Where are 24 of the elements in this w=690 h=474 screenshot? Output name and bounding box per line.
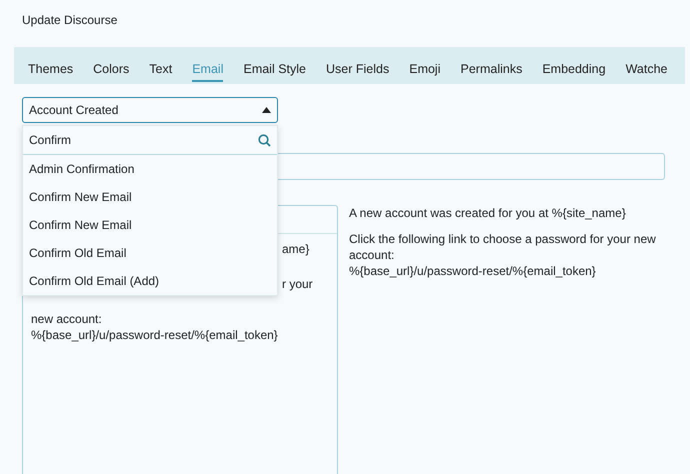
tab[interactable]: User Fields <box>326 47 390 84</box>
dropdown-option[interactable]: Confirm Old Email <box>23 239 277 267</box>
tab[interactable]: Permalinks <box>460 47 522 84</box>
filter-field[interactable]: Confirm <box>29 133 229 147</box>
search-icon <box>258 134 271 146</box>
editor-text: new account: <box>31 311 102 327</box>
editor-text: ame} <box>282 241 310 257</box>
dropdown-option[interactable]: Admin Confirmation <box>23 155 277 183</box>
tab[interactable]: Text <box>149 47 172 84</box>
tab[interactable]: Email Style <box>243 47 306 84</box>
preview-text: A new account was created for you at %{site_name} <box>349 205 627 221</box>
dropdown-option[interactable]: Confirm Old Email (Add) <box>23 267 277 295</box>
caret-icon <box>262 107 271 113</box>
editor-text: %{base_url}/u/password-reset/%{email_token} <box>31 327 278 343</box>
editor-text: r your <box>282 276 313 292</box>
tab[interactable]: Watche <box>626 47 668 84</box>
template-select[interactable]: Account Created <box>22 97 278 123</box>
tab[interactable]: Colors <box>93 47 130 84</box>
dropdown-option[interactable]: Confirm New Email <box>23 211 277 239</box>
preview-text: Click the following link to choose a password for your new account: %{base_url}/u/password-reset/%{email_token} <box>349 231 657 279</box>
tab[interactable]: Emoji <box>409 47 440 84</box>
tab[interactable]: Themes <box>28 47 74 84</box>
tab[interactable]: Embedding <box>542 47 606 84</box>
page-title: Update Discourse <box>22 13 118 27</box>
